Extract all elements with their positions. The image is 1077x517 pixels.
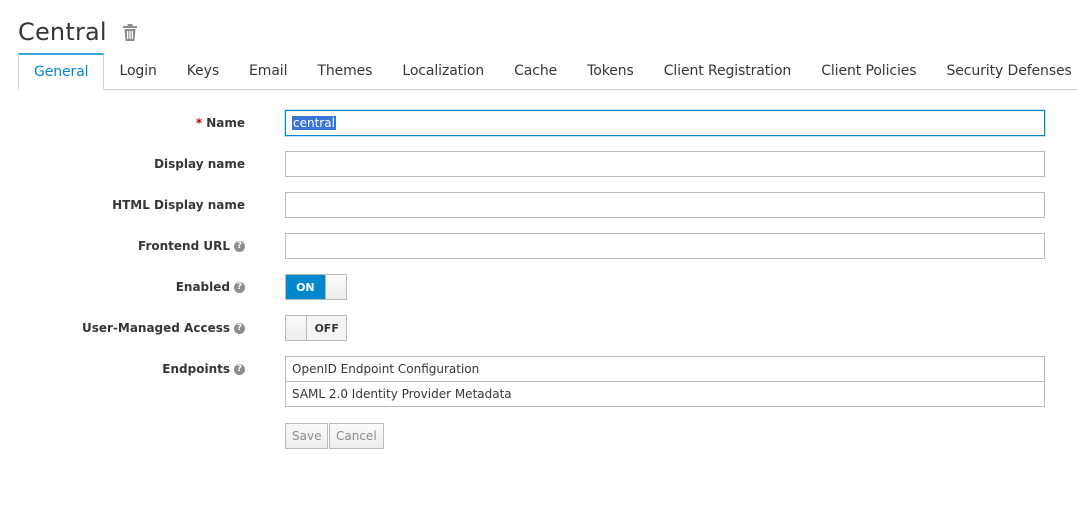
name-row: * Name central [0, 110, 1077, 136]
toggle-knob [286, 316, 308, 340]
name-input[interactable]: central [285, 110, 1045, 136]
display-name-row: Display name [0, 151, 1077, 177]
help-icon[interactable]: ? [234, 322, 245, 334]
help-icon[interactable]: ? [234, 281, 245, 293]
toggle-on-label: ON [286, 275, 325, 299]
frontend-url-row: Frontend URL ? [0, 233, 1077, 259]
tab-general[interactable]: General [18, 53, 105, 90]
trash-icon[interactable] [121, 22, 139, 42]
html-display-name-row: HTML Display name [0, 192, 1077, 218]
endpoint-link-saml[interactable]: SAML 2.0 Identity Provider Metadata [285, 381, 1045, 407]
cancel-button[interactable]: Cancel [329, 423, 384, 449]
enabled-label: Enabled ? [176, 274, 245, 300]
endpoints-label: Endpoints ? [162, 356, 245, 382]
endpoint-link-openid[interactable]: OpenID Endpoint Configuration [285, 356, 1045, 382]
tab-client-registration[interactable]: Client Registration [649, 53, 807, 89]
display-name-label: Display name [154, 157, 245, 171]
display-name-input[interactable] [285, 151, 1045, 177]
help-icon[interactable]: ? [234, 240, 245, 252]
tab-security-defenses[interactable]: Security Defenses [931, 53, 1077, 89]
user-managed-access-row: User-Managed Access ? OFF [0, 315, 1077, 341]
save-button[interactable]: Save [285, 423, 329, 449]
tab-keys[interactable]: Keys [172, 53, 234, 89]
name-input-value: central [292, 116, 336, 130]
enabled-row: Enabled ? ON [0, 274, 1077, 300]
enabled-toggle[interactable]: ON [285, 274, 347, 300]
html-display-name-label: HTML Display name [112, 198, 245, 212]
required-mark: * [195, 116, 203, 130]
user-managed-access-toggle[interactable]: OFF [285, 315, 347, 341]
name-label: * Name [195, 116, 245, 130]
tab-tokens[interactable]: Tokens [572, 53, 649, 89]
page-title: Central [18, 18, 107, 46]
tab-client-policies[interactable]: Client Policies [806, 53, 931, 89]
frontend-url-label: Frontend URL ? [138, 233, 245, 259]
help-icon[interactable]: ? [234, 363, 245, 375]
tab-email[interactable]: Email [234, 53, 302, 89]
user-managed-access-label: User-Managed Access ? [82, 315, 245, 341]
tab-cache[interactable]: Cache [499, 53, 572, 89]
toggle-off-label: OFF [307, 316, 346, 340]
tab-bar: General Login Keys Email Themes Localiza… [18, 53, 1077, 90]
tab-localization[interactable]: Localization [387, 53, 499, 89]
toggle-knob [324, 275, 346, 299]
html-display-name-input[interactable] [285, 192, 1045, 218]
tab-login[interactable]: Login [104, 53, 171, 89]
tab-themes[interactable]: Themes [302, 53, 387, 89]
frontend-url-input[interactable] [285, 233, 1045, 259]
page-header: Central [18, 14, 139, 50]
